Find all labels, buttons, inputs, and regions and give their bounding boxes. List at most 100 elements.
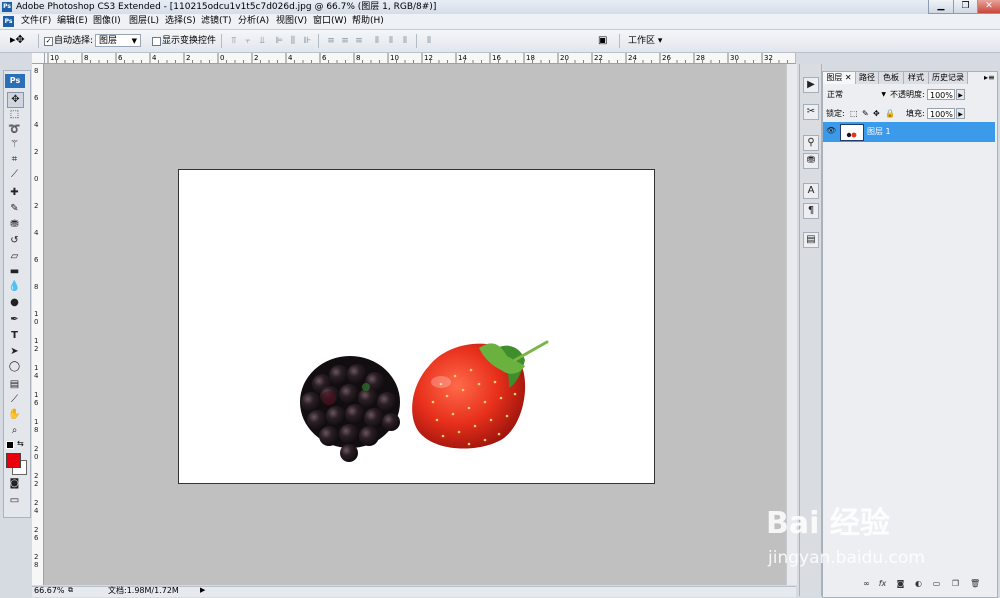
info-panel-icon[interactable]: ▤ <box>803 232 819 248</box>
ruler-origin[interactable] <box>32 53 45 64</box>
adjustment-layer-icon[interactable]: ◐ <box>914 579 923 588</box>
distribute-top-icon[interactable]: ≡ <box>326 36 336 46</box>
distribute-hcenter-icon[interactable]: ⦀ <box>386 36 396 46</box>
clone-source-icon[interactable]: ⛃ <box>803 153 819 169</box>
eye-icon[interactable]: 👁 <box>826 127 836 135</box>
align-left-icon[interactable]: ⊫ <box>274 36 284 46</box>
distribute-bottom-icon[interactable]: ≡ <box>354 36 364 46</box>
close-icon[interactable]: ✕ <box>977 0 1000 14</box>
tab-swatches[interactable]: 色板 <box>879 72 904 84</box>
menu-help[interactable]: 帮助(H) <box>352 14 384 29</box>
fx-icon[interactable]: fx <box>878 579 887 588</box>
move-tool-icon[interactable]: ▸✥ <box>10 33 32 47</box>
opacity-input[interactable]: 100% <box>927 89 955 100</box>
align-hcenter-icon[interactable]: ⫼ <box>288 36 298 46</box>
crop-tool-icon[interactable]: ⌗ <box>7 153 22 167</box>
show-transform-checkbox[interactable] <box>152 37 161 46</box>
path-selection-icon[interactable]: ➤ <box>7 345 22 359</box>
ruler-left-label: 2 <box>34 148 39 156</box>
minimize-icon[interactable]: ▁ <box>928 0 954 14</box>
bridge-icon[interactable]: ▣ <box>598 35 616 47</box>
lock-pixels-icon[interactable]: ✎ <box>862 108 869 120</box>
status-arrow-icon[interactable]: ▶ <box>200 586 208 595</box>
menu-analysis[interactable]: 分析(A) <box>238 14 269 29</box>
opacity-arrow-icon[interactable]: ▶ <box>956 89 965 100</box>
marquee-tool-icon[interactable]: ⬚ <box>7 108 22 122</box>
align-top-icon[interactable]: ⫪ <box>229 36 239 46</box>
type-tool-icon[interactable]: T <box>7 329 22 343</box>
clone-stamp-icon[interactable]: ⛃ <box>7 218 22 232</box>
menu-select[interactable]: 选择(S) <box>165 14 196 29</box>
slice-tool-icon[interactable]: ⟋ <box>7 168 22 182</box>
zoom-tool-icon[interactable]: ⌕ <box>7 424 22 438</box>
character-icon[interactable]: A <box>803 183 819 199</box>
menu-window[interactable]: 窗口(W) <box>313 14 347 29</box>
link-layers-icon[interactable]: ∞ <box>862 579 871 588</box>
document-canvas[interactable] <box>178 169 655 484</box>
hand-tool-icon[interactable]: ✋ <box>7 408 22 422</box>
restore-icon[interactable]: ❐ <box>953 0 978 14</box>
align-bottom-icon[interactable]: ⫫ <box>257 36 267 46</box>
foreground-color-swatch[interactable] <box>6 453 21 468</box>
quick-mask-icon[interactable]: ◙ <box>7 477 22 491</box>
distribute-vcenter-icon[interactable]: ≡ <box>340 36 350 46</box>
auto-align-icon[interactable]: ⫴ <box>424 36 434 46</box>
notes-tool-icon[interactable]: ▤ <box>7 378 22 392</box>
menu-view[interactable]: 视图(V) <box>276 14 307 29</box>
paragraph-icon[interactable]: ¶ <box>803 203 819 219</box>
app-menu-icon[interactable]: Ps <box>3 16 14 27</box>
shape-tool-icon[interactable]: ◯ <box>7 360 22 374</box>
blend-mode-dropdown[interactable]: 正常 ▼ <box>825 89 887 101</box>
lock-position-icon[interactable]: ✥ <box>873 108 880 120</box>
fill-input[interactable]: 100% <box>927 108 955 119</box>
navigator-icon[interactable]: ▶ <box>803 77 819 93</box>
new-layer-icon[interactable]: ❐ <box>951 579 960 588</box>
eraser-icon[interactable]: ▱ <box>7 250 22 264</box>
move-tool-icon[interactable]: ✥ <box>7 92 24 108</box>
tab-styles[interactable]: 样式 <box>904 72 929 84</box>
pen-tool-icon[interactable]: ✒ <box>7 313 22 327</box>
healing-brush-icon[interactable]: ✚ <box>7 186 22 200</box>
distribute-right-icon[interactable]: ⦀ <box>400 36 410 46</box>
menu-layer[interactable]: 图层(L) <box>129 14 159 29</box>
brushes-icon[interactable]: ⚲ <box>803 135 819 151</box>
tab-history[interactable]: 历史记录 <box>929 72 968 84</box>
lock-all-icon[interactable]: 🔒 <box>885 108 895 120</box>
blur-tool-icon[interactable]: 💧 <box>7 280 22 294</box>
status-menu-icon[interactable]: ⧉ <box>68 586 76 595</box>
lock-transparency-icon[interactable]: ⬚ <box>850 108 858 120</box>
fill-arrow-icon[interactable]: ▶ <box>956 108 965 119</box>
delete-layer-icon[interactable]: 🗑 <box>970 579 980 588</box>
magic-wand-icon[interactable]: ⚚ <box>7 138 22 152</box>
layer-mask-icon[interactable]: ◙ <box>896 579 905 588</box>
panel-menu-icon[interactable]: ▸≡ <box>984 72 995 84</box>
screen-mode-icon[interactable]: ▭ <box>7 494 22 508</box>
align-right-icon[interactable]: ⊪ <box>302 36 312 46</box>
lasso-tool-icon[interactable]: ➰ <box>7 123 22 137</box>
ruler-left-label: 6 <box>34 94 39 102</box>
dodge-tool-icon[interactable]: ● <box>7 296 22 310</box>
brush-tool-icon[interactable]: ✎ <box>7 202 22 216</box>
eyedropper-icon[interactable]: ⟋ <box>7 393 22 407</box>
menu-filter[interactable]: 滤镜(T) <box>201 14 232 29</box>
distribute-left-icon[interactable]: ⦀ <box>372 36 382 46</box>
menu-file[interactable]: 文件(F) <box>21 14 51 29</box>
align-vcenter-icon[interactable]: ⫟ <box>243 36 253 46</box>
history-brush-icon[interactable]: ↺ <box>7 234 22 248</box>
tab-layers[interactable]: 图层 ✕ <box>823 72 856 84</box>
auto-select-dropdown[interactable]: 图层 ▼ <box>95 34 141 47</box>
default-colors-icon[interactable] <box>6 441 14 449</box>
workspace-button[interactable]: 工作区 ▾ <box>628 34 662 48</box>
layer-name[interactable]: 图层 1 <box>867 126 891 138</box>
gradient-tool-icon[interactable]: ▬ <box>7 265 22 279</box>
auto-select-checkbox[interactable]: ✓ <box>44 37 53 46</box>
zoom-level[interactable]: 66.67% <box>34 586 65 596</box>
swap-colors-icon[interactable]: ⇆ <box>17 440 24 448</box>
tab-paths[interactable]: 路径 <box>856 72 879 84</box>
ruler-top-label: 10 <box>390 54 399 62</box>
menu-edit[interactable]: 编辑(E) <box>57 14 88 29</box>
menu-image[interactable]: 图像(I) <box>93 14 121 29</box>
new-group-icon[interactable]: ▭ <box>932 579 941 588</box>
close-tab-icon[interactable]: ✕ <box>845 73 852 82</box>
tools-icon[interactable]: ✂ <box>803 104 819 120</box>
